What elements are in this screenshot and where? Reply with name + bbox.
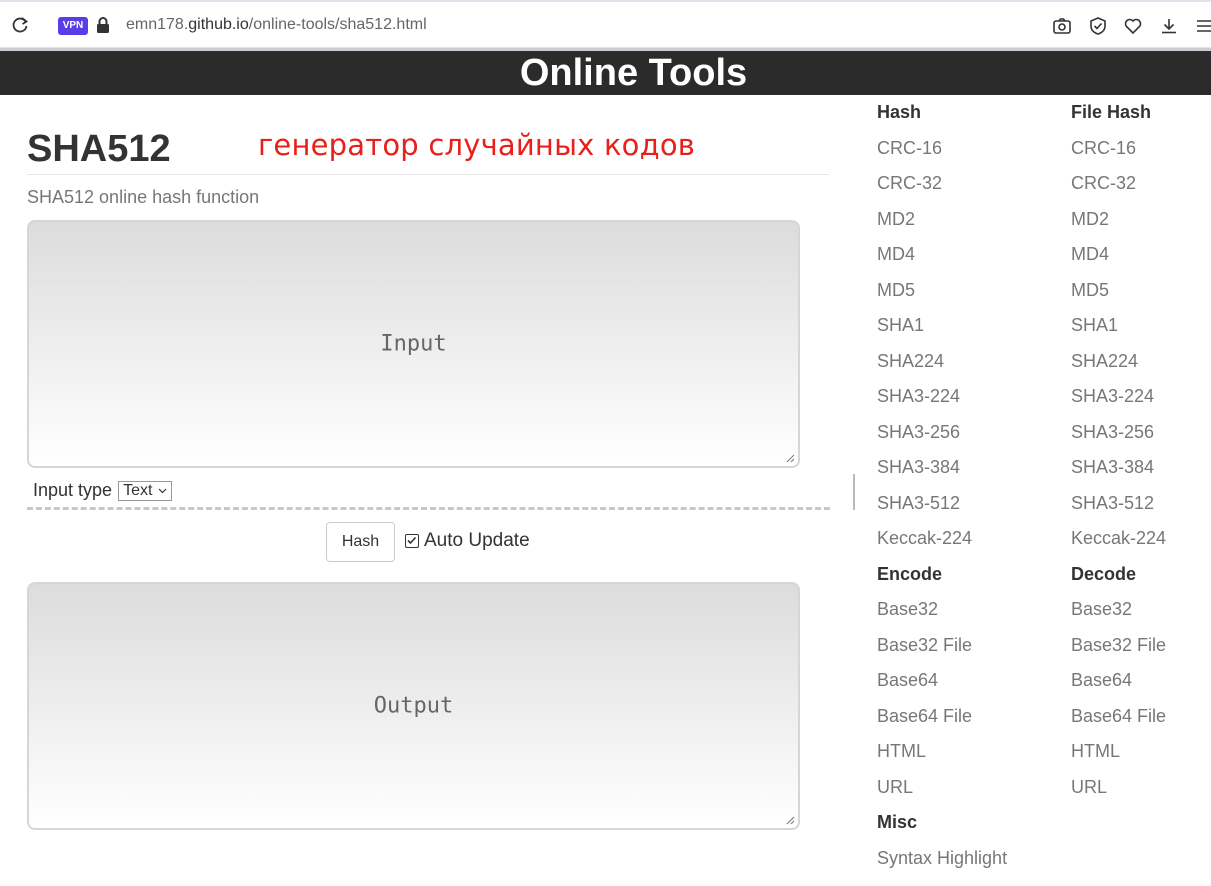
checkmark-icon [407, 536, 417, 545]
browser-toolbar: VPN emn178.github.io/online-tools/sha512… [0, 0, 1211, 48]
resize-grip-icon[interactable] [786, 454, 795, 463]
input-type-row: Input type Text [33, 480, 173, 501]
sidebar-link-base32-file[interactable]: Base32 File [1071, 633, 1166, 669]
page-title: SHA512 [27, 128, 171, 170]
sidebar-link-keccak-224[interactable]: Keccak-224 [877, 526, 1007, 562]
sidebar-link-base64-file[interactable]: Base64 File [877, 704, 1007, 740]
sidebar-link-base64[interactable]: Base64 [877, 668, 1007, 704]
shield-check-icon[interactable] [1088, 16, 1108, 36]
sidebar-heading-file-hash: File Hash [1071, 102, 1152, 122]
vpn-badge[interactable]: VPN [58, 17, 88, 35]
sidebar-heading-decode: Decode [1071, 563, 1137, 584]
output-placeholder: Output [373, 693, 454, 719]
url-prefix: emn178. [126, 16, 189, 33]
sidebar-link-syntax-highlight[interactable]: Syntax Highlight [877, 846, 1007, 882]
sidebar-link-sha3-384[interactable]: SHA3-384 [877, 455, 1007, 491]
sidebar-link-base32[interactable]: Base32 [1071, 597, 1166, 633]
sidebar-link-sha3-512[interactable]: SHA3-512 [877, 491, 1007, 527]
sidebar-link-md4[interactable]: MD4 [1071, 242, 1166, 278]
url-path: /online-tools/sha512.html [248, 16, 427, 33]
download-icon[interactable] [1159, 16, 1179, 36]
url-domain: github.io [188, 16, 249, 33]
sidebar-link-sha3-224[interactable]: SHA3-224 [1071, 384, 1166, 420]
sidebar-column-text-tools: Hash CRC-16 CRC-32 MD2 MD4 MD5 SHA1 SHA224 SHA3-… [877, 100, 1007, 881]
output-textarea[interactable]: Output [27, 582, 800, 830]
dashed-divider [27, 507, 830, 510]
sidebar-link-md5[interactable]: MD5 [1071, 278, 1166, 314]
sidebar-link-base32-file[interactable]: Base32 File [877, 633, 1007, 669]
input-type-label: Input type [33, 480, 113, 500]
sidebar-link-sha224[interactable]: SHA224 [877, 349, 1007, 385]
auto-update-toggle[interactable]: Auto Update [405, 530, 530, 552]
sidebar-heading-hash: Hash [877, 102, 922, 122]
camera-icon[interactable] [1052, 16, 1072, 36]
annotation-text: генератор случайных кодов [258, 128, 696, 162]
chevron-down-icon [158, 488, 167, 493]
sidebar-link-base32[interactable]: Base32 [877, 597, 1007, 633]
sidebar-link-sha1[interactable]: SHA1 [877, 313, 1007, 349]
sidebar-link-base64-file[interactable]: Base64 File [1071, 704, 1166, 740]
input-type-value: Text [123, 481, 153, 499]
sidebar-link-sha3-384[interactable]: SHA3-384 [1071, 455, 1166, 491]
sidebar-link-md4[interactable]: MD4 [877, 242, 1007, 278]
sidebar-link-crc-32[interactable]: CRC-32 [1071, 171, 1166, 207]
sidebar-link-sha224[interactable]: SHA224 [1071, 349, 1166, 385]
page-subtitle: SHA512 online hash function [27, 187, 260, 207]
sidebar-link-sha3-256[interactable]: SHA3-256 [877, 420, 1007, 456]
hash-button[interactable]: Hash [326, 522, 395, 562]
sidebar-link-crc-32[interactable]: CRC-32 [877, 171, 1007, 207]
sidebar-link-crc-16[interactable]: CRC-16 [1071, 136, 1166, 172]
sidebar-link-sha3-224[interactable]: SHA3-224 [877, 384, 1007, 420]
sidebar-link-base64[interactable]: Base64 [1071, 668, 1166, 704]
sidebar-link-md2[interactable]: MD2 [1071, 207, 1166, 243]
input-type-select[interactable]: Text [118, 480, 173, 501]
sidebar-column-file-tools: File Hash CRC-16 CRC-32 MD2 MD4 MD5 SHA1 SHA224… [1071, 100, 1166, 810]
sidebar-link-sha3-256[interactable]: SHA3-256 [1071, 420, 1166, 456]
sidebar-link-keccak-224[interactable]: Keccak-224 [1071, 526, 1166, 562]
sidebar-link-url[interactable]: URL [877, 775, 1007, 811]
input-textarea[interactable]: Input [27, 220, 800, 468]
site-title[interactable]: Online Tools [0, 51, 1211, 95]
menu-icon[interactable] [1195, 16, 1211, 36]
sidebar-link-md2[interactable]: MD2 [877, 207, 1007, 243]
sidebar-link-crc-16[interactable]: CRC-16 [877, 136, 1007, 172]
sidebar-link-sha3-512[interactable]: SHA3-512 [1071, 491, 1166, 527]
input-placeholder: Input [380, 331, 447, 357]
auto-update-label: Auto Update [424, 530, 530, 551]
sidebar-link-html[interactable]: HTML [877, 739, 1007, 775]
sidebar-link-md5[interactable]: MD5 [877, 278, 1007, 314]
vertical-divider [853, 474, 855, 510]
site-header: Online Tools [0, 51, 1211, 95]
sidebar-link-sha1[interactable]: SHA1 [1071, 313, 1166, 349]
title-divider [27, 174, 829, 175]
lock-icon[interactable] [96, 16, 110, 34]
sidebar-heading-misc: Misc [877, 812, 918, 832]
sidebar-link-html[interactable]: HTML [1071, 739, 1166, 775]
resize-grip-icon[interactable] [786, 816, 795, 825]
sidebar-heading-encode: Encode [877, 563, 943, 584]
address-bar[interactable]: emn178.github.io/online-tools/sha512.htm… [126, 16, 427, 34]
auto-update-checkbox[interactable] [405, 534, 419, 548]
reload-icon[interactable] [10, 15, 30, 35]
heart-icon[interactable] [1123, 16, 1143, 36]
sidebar-link-url[interactable]: URL [1071, 775, 1166, 811]
